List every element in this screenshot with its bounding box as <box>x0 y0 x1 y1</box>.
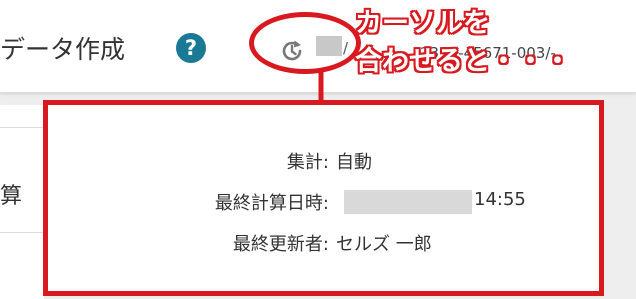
tooltip-row-aggregation: 集計: 自動 <box>48 148 599 178</box>
callout-annotation: カーソルを 合わせると・・・ <box>355 6 605 80</box>
callout-line2: 合わせると・・・ <box>355 46 571 77</box>
help-icon[interactable]: ? <box>176 33 206 63</box>
info-tooltip: 集計: 自動 最終計算日時: 14:55 最終更新者: セルズ 一郎 <box>43 100 604 296</box>
tooltip-row-last-calculated: 最終計算日時: 14:55 <box>48 189 599 219</box>
last-calculated-label: 最終計算日時: <box>214 193 329 214</box>
tooltip-row-last-updater: 最終更新者: セルズ 一郎 <box>48 230 599 260</box>
last-calculated-time: 14:55 <box>474 189 526 210</box>
divider <box>0 127 44 128</box>
divider <box>0 232 44 233</box>
aggregation-value: 自動 <box>336 152 372 173</box>
redacted-date <box>344 190 472 214</box>
last-updater-value: セルズ 一郎 <box>336 234 432 255</box>
highlight-ellipse <box>249 12 361 74</box>
side-label: 算 <box>0 184 23 209</box>
callout-line1: カーソルを <box>355 8 490 39</box>
last-updater-label: 最終更新者: <box>232 234 329 255</box>
aggregation-label: 集計: <box>286 152 329 173</box>
page-title: データ作成 <box>0 35 126 64</box>
